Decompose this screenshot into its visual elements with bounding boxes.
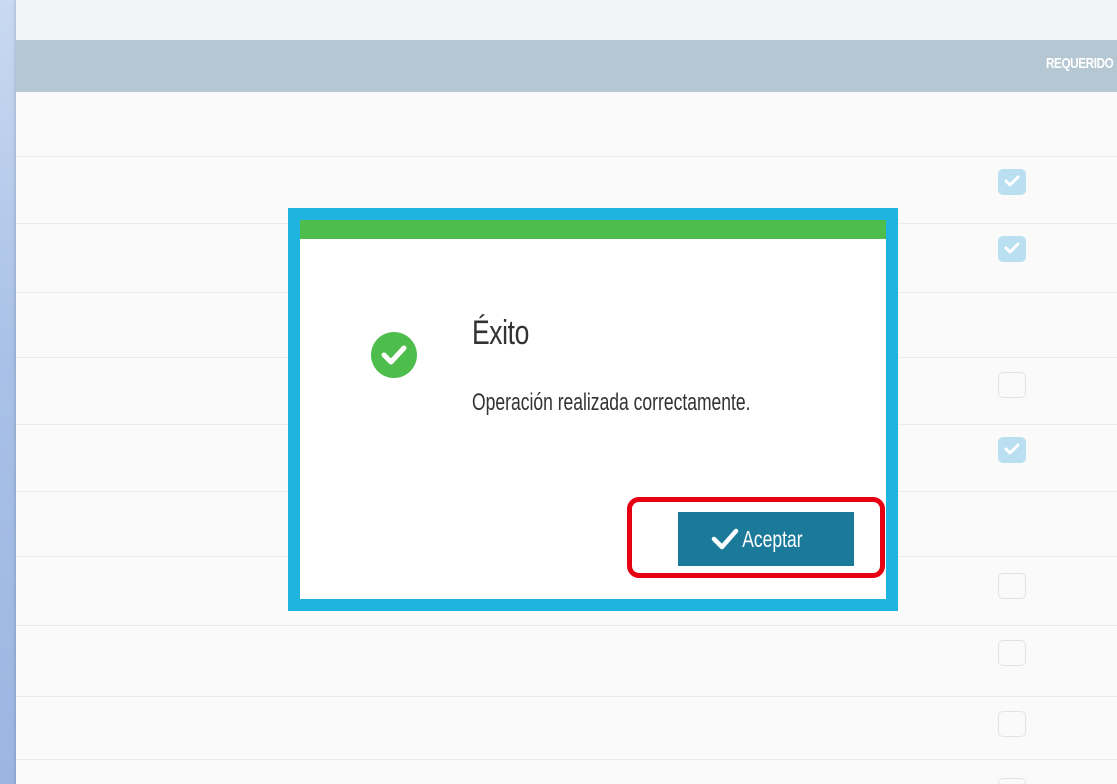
dialog-title: Éxito: [472, 314, 530, 352]
check-icon: [711, 528, 739, 550]
dialog-message: Operación realizada correctamente.: [472, 389, 751, 416]
dialog-status-bar: [300, 220, 886, 239]
success-dialog: Éxito Operación realizada correctamente.…: [288, 208, 898, 611]
accept-button[interactable]: Aceptar: [678, 512, 854, 566]
checkmark-glyph-icon: [381, 345, 407, 365]
accept-button-content: Aceptar: [678, 512, 854, 566]
check-circle-icon: [371, 332, 417, 378]
accept-button-label: Aceptar: [742, 525, 803, 552]
